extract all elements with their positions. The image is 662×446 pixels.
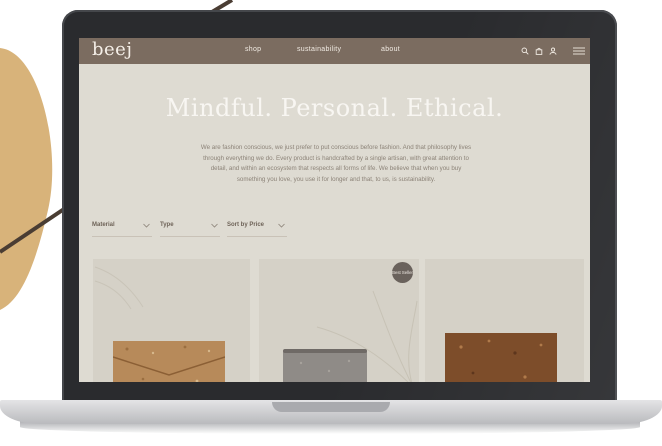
filter-label: Type bbox=[160, 222, 174, 228]
site-navbar: beej shop sustainability about bbox=[79, 38, 590, 64]
filter-material-dropdown[interactable]: Material bbox=[92, 222, 152, 237]
intro-line: detail, and within an ecosystem that res… bbox=[210, 165, 462, 172]
product-card[interactable] bbox=[93, 259, 250, 382]
filter-label: Material bbox=[92, 222, 115, 228]
menu-icon[interactable] bbox=[573, 47, 585, 55]
nav-link-shop[interactable]: shop bbox=[245, 46, 261, 53]
chevron-down-icon bbox=[278, 223, 285, 228]
sort-by-price-dropdown[interactable]: Sort by Price bbox=[227, 222, 287, 237]
laptop-notch bbox=[272, 402, 390, 412]
product-image-brown-clutch bbox=[445, 333, 557, 382]
hero-intro: We are fashion conscious, we just prefer… bbox=[141, 143, 531, 185]
user-icon[interactable] bbox=[549, 47, 557, 55]
intro-line: something you love, you use it for longe… bbox=[236, 175, 436, 183]
leaf-pattern bbox=[94, 266, 144, 310]
filter-type-dropdown[interactable]: Type bbox=[160, 222, 220, 237]
tan-blob-shape bbox=[0, 48, 53, 310]
product-card[interactable]: Best Seller bbox=[259, 259, 419, 382]
chevron-down-icon bbox=[211, 223, 218, 228]
website-viewport: beej shop sustainability about Mindful. … bbox=[79, 38, 590, 382]
intro-line: We are fashion conscious, we just prefer… bbox=[200, 144, 472, 151]
product-image-cork-clutch bbox=[113, 341, 225, 382]
best-seller-badge: Best Seller bbox=[392, 262, 413, 283]
search-icon[interactable] bbox=[521, 47, 529, 55]
hero-headline: Mindful. Personal. Ethical. bbox=[165, 94, 504, 122]
product-card[interactable] bbox=[425, 259, 584, 382]
nav-link-about[interactable]: about bbox=[381, 46, 400, 53]
intro-line: through everything we do. Every product … bbox=[203, 154, 469, 162]
site-logo[interactable]: beej bbox=[92, 39, 132, 60]
chevron-down-icon bbox=[143, 223, 150, 228]
bag-icon[interactable] bbox=[535, 47, 543, 55]
filter-label: Sort by Price bbox=[227, 222, 265, 228]
nav-link-sustainability[interactable]: sustainability bbox=[297, 46, 341, 53]
product-image-grey-clutch bbox=[283, 349, 367, 382]
